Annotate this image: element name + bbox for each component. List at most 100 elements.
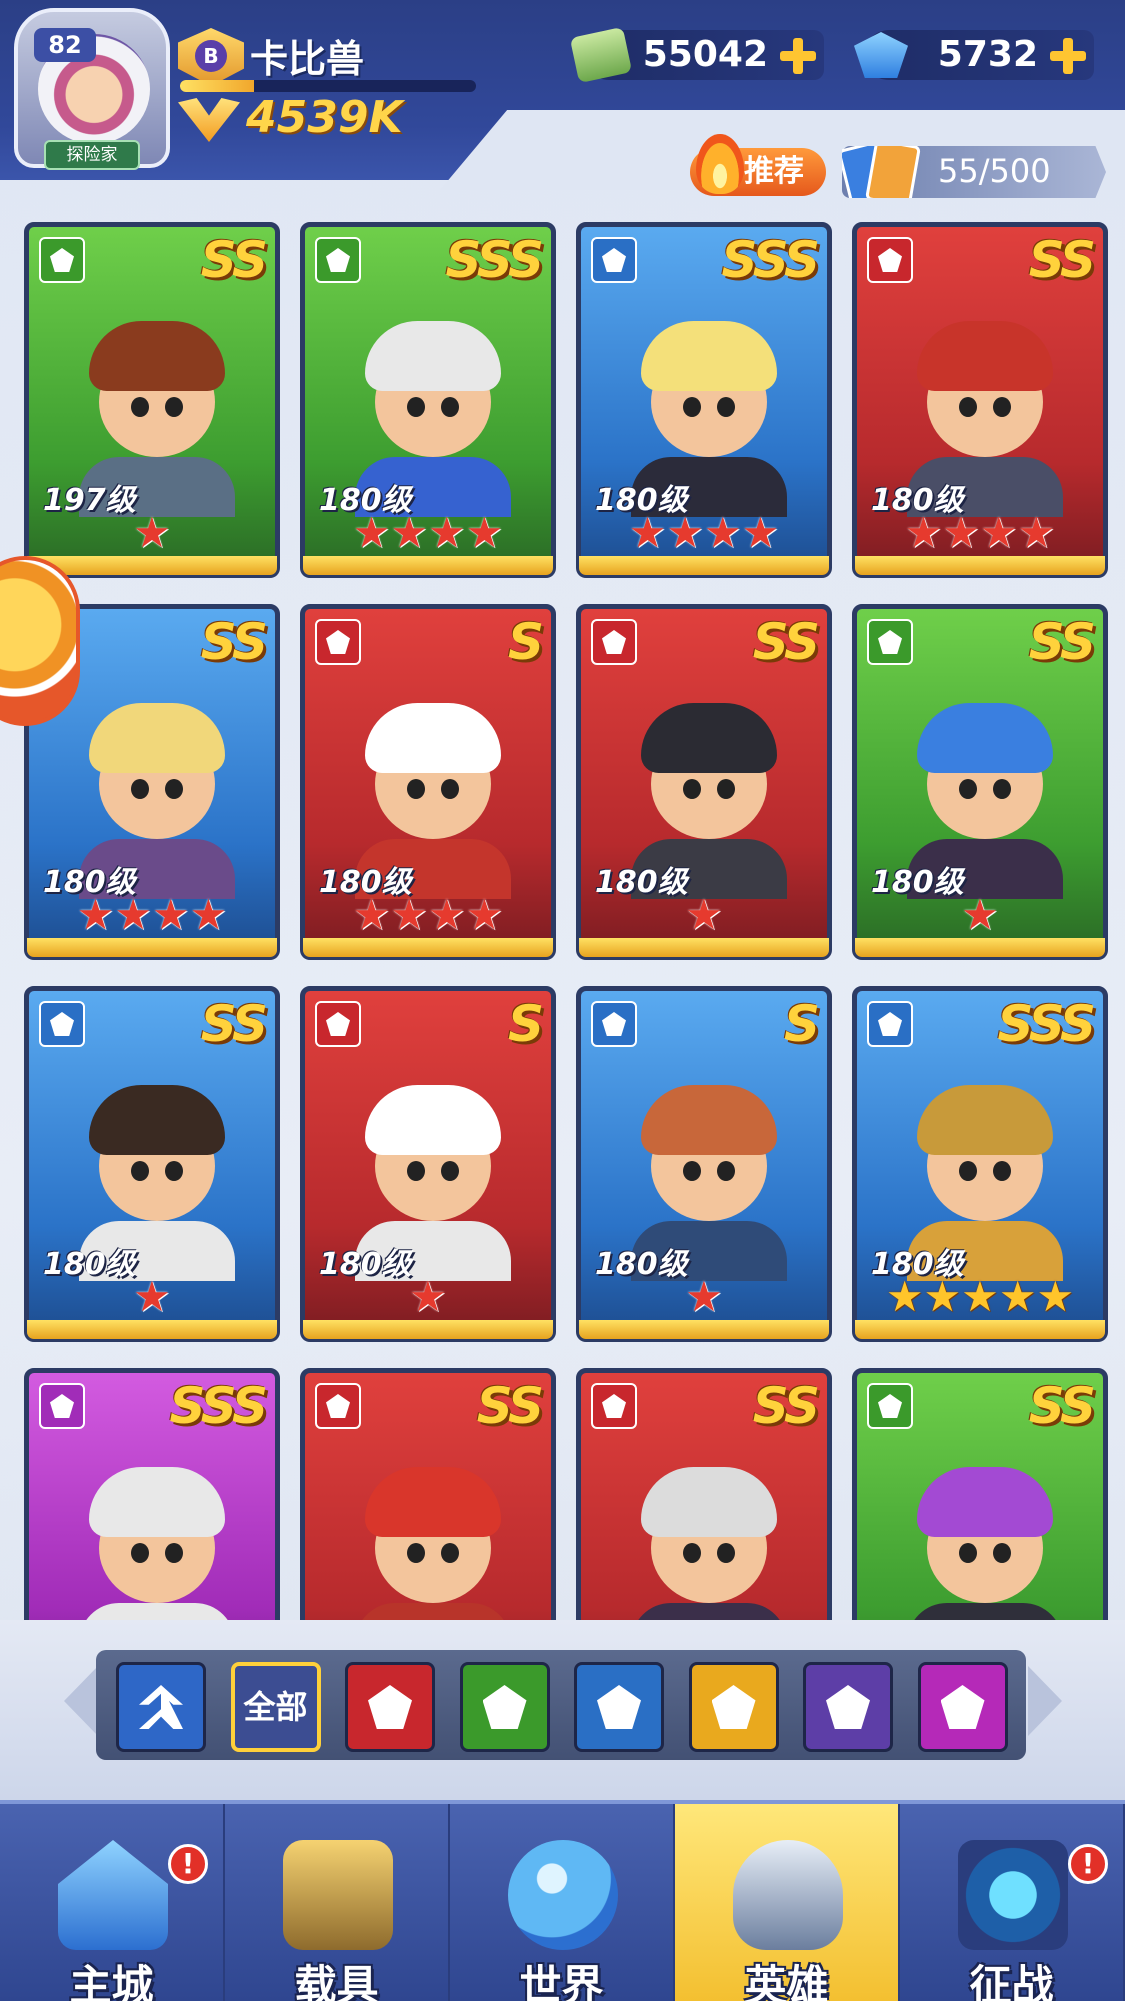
filter-scroll-right-arrow[interactable]	[1028, 1666, 1062, 1736]
hero-card[interactable]: SS	[300, 1368, 556, 1624]
side-event-button[interactable]	[0, 556, 80, 726]
nav-label: 载具	[294, 1961, 379, 2001]
combat-power: 4539K	[246, 92, 403, 143]
rank-letter: B	[195, 40, 227, 72]
hero-card[interactable]: SS 180级 ★	[576, 604, 832, 964]
power-wings-icon	[178, 98, 240, 142]
nav-label: 主城	[69, 1961, 154, 2001]
hero-portrait	[69, 679, 245, 899]
magenta-faction-icon	[940, 1685, 985, 1729]
nav-world[interactable]: 世界	[450, 1804, 675, 2001]
hero-card[interactable]: SSS 180级 ★★★★	[300, 222, 556, 582]
hero-stars: ★★★★	[352, 508, 504, 557]
hero-card[interactable]: SSS 180级 ★★★★★	[852, 986, 1108, 1346]
hero-card[interactable]: SSS	[24, 1368, 280, 1624]
filter-tab-magenta[interactable]	[917, 1662, 1008, 1752]
hero-portrait	[897, 1061, 1073, 1281]
hero-stars: ★	[409, 1272, 447, 1321]
hero-card[interactable]: S 180级 ★★★★	[300, 604, 556, 964]
hero-eye	[993, 1543, 1011, 1563]
hero-eye	[441, 1161, 459, 1181]
hero-portrait	[897, 297, 1073, 517]
hero-count-value: 55/500	[938, 152, 1051, 190]
hero-hair	[365, 703, 501, 773]
green-faction-icon	[482, 1685, 527, 1729]
nav-vehicle[interactable]: 载具	[225, 1804, 450, 2001]
filter-tab-violet[interactable]	[803, 1662, 893, 1752]
filter-tab-all[interactable]: 全部	[230, 1662, 321, 1752]
hero-eye	[683, 1543, 701, 1563]
filter-tab-red[interactable]	[345, 1662, 435, 1752]
alert-badge: !	[168, 1844, 208, 1884]
green-faction-icon	[867, 1383, 913, 1429]
red-faction-icon	[315, 1383, 361, 1429]
hero-stars: ★	[961, 890, 999, 939]
nav-campaign[interactable]: 征战!	[900, 1804, 1125, 2001]
hero-card[interactable]: SS 180级 ★★★★	[852, 222, 1108, 582]
hero-card-frame: SS	[300, 1368, 556, 1624]
hero-hair	[917, 1467, 1053, 1537]
blue-faction-icon	[39, 1001, 85, 1047]
filter-tab-upgrade[interactable]	[116, 1662, 206, 1752]
hero-stars: ★	[133, 508, 171, 557]
hero-count-display[interactable]: 55/500	[842, 146, 1106, 198]
hero-rank: S	[783, 995, 820, 1053]
hero-hair	[917, 703, 1053, 773]
hero-card-frame: S 180级 ★★★★	[300, 604, 556, 950]
castle-icon	[58, 1840, 168, 1950]
hero-card-frame: SS	[576, 1368, 832, 1624]
hero-eye	[441, 1543, 459, 1563]
hero-card[interactable]: S 180级 ★	[576, 986, 832, 1346]
hero-portrait	[621, 1061, 797, 1281]
hero-hair	[641, 1467, 777, 1537]
hero-eye	[407, 1543, 425, 1563]
hero-card[interactable]: SS 180级 ★	[852, 604, 1108, 964]
filter-tab-gold[interactable]	[688, 1662, 779, 1752]
hero-card-base	[852, 938, 1108, 960]
player-title-tag: 探险家	[44, 140, 140, 170]
hero-rank: S	[507, 613, 544, 671]
nav-label: 英雄	[744, 1961, 829, 2001]
hero-card[interactable]: SS 180级 ★	[24, 986, 280, 1346]
nav-main-city[interactable]: 主城!	[0, 1804, 225, 2001]
recommend-button[interactable]: 推荐	[690, 134, 826, 196]
hero-hair	[641, 1085, 777, 1155]
hero-card-base	[24, 1320, 280, 1342]
nav-label: 征战	[969, 1961, 1054, 2001]
gem-value: 5732	[937, 34, 1038, 75]
filter-tab-blue[interactable]	[574, 1662, 664, 1752]
add-gems-button[interactable]	[1050, 38, 1086, 74]
filter-scroll-left-arrow[interactable]	[64, 1666, 98, 1736]
hero-hair	[365, 321, 501, 391]
hero-eye	[717, 1161, 735, 1181]
hero-card[interactable]: SSS 180级 ★★★★	[576, 222, 832, 582]
hero-portrait	[897, 1443, 1073, 1624]
hero-hair	[917, 321, 1053, 391]
hero-hair	[365, 1467, 501, 1537]
hero-hair	[89, 1085, 225, 1155]
hero-card[interactable]: SS 197级 ★	[24, 222, 280, 582]
hero-portrait	[621, 679, 797, 899]
hero-card[interactable]: SS	[576, 1368, 832, 1624]
bottom-nav: 主城! 载具 世界 英雄 征战!	[0, 1800, 1125, 2001]
add-money-button[interactable]	[780, 38, 816, 74]
hero-eye	[959, 779, 977, 799]
hero-eye	[165, 779, 183, 799]
hero-eye	[717, 779, 735, 799]
hero-eye	[993, 1161, 1011, 1181]
hero-card[interactable]: S 180级 ★	[300, 986, 556, 1346]
radar-icon	[958, 1840, 1068, 1950]
nav-hero[interactable]: 英雄	[675, 1804, 900, 2001]
hero-rank: SS	[1028, 231, 1096, 289]
hero-card-frame: SS 180级 ★	[576, 604, 832, 950]
hero-card[interactable]: SS	[852, 1368, 1108, 1624]
money-value: 55042	[642, 34, 768, 75]
hero-hair	[917, 1085, 1053, 1155]
blue-faction-icon	[591, 1001, 637, 1047]
purple-faction-icon	[39, 1383, 85, 1429]
hero-hair	[89, 703, 225, 773]
hero-card-frame: SSS 180级 ★★★★★	[852, 986, 1108, 1332]
hero-eye	[407, 397, 425, 417]
filter-tab-green[interactable]	[459, 1662, 550, 1752]
hero-card-frame: S 180级 ★	[300, 986, 556, 1332]
